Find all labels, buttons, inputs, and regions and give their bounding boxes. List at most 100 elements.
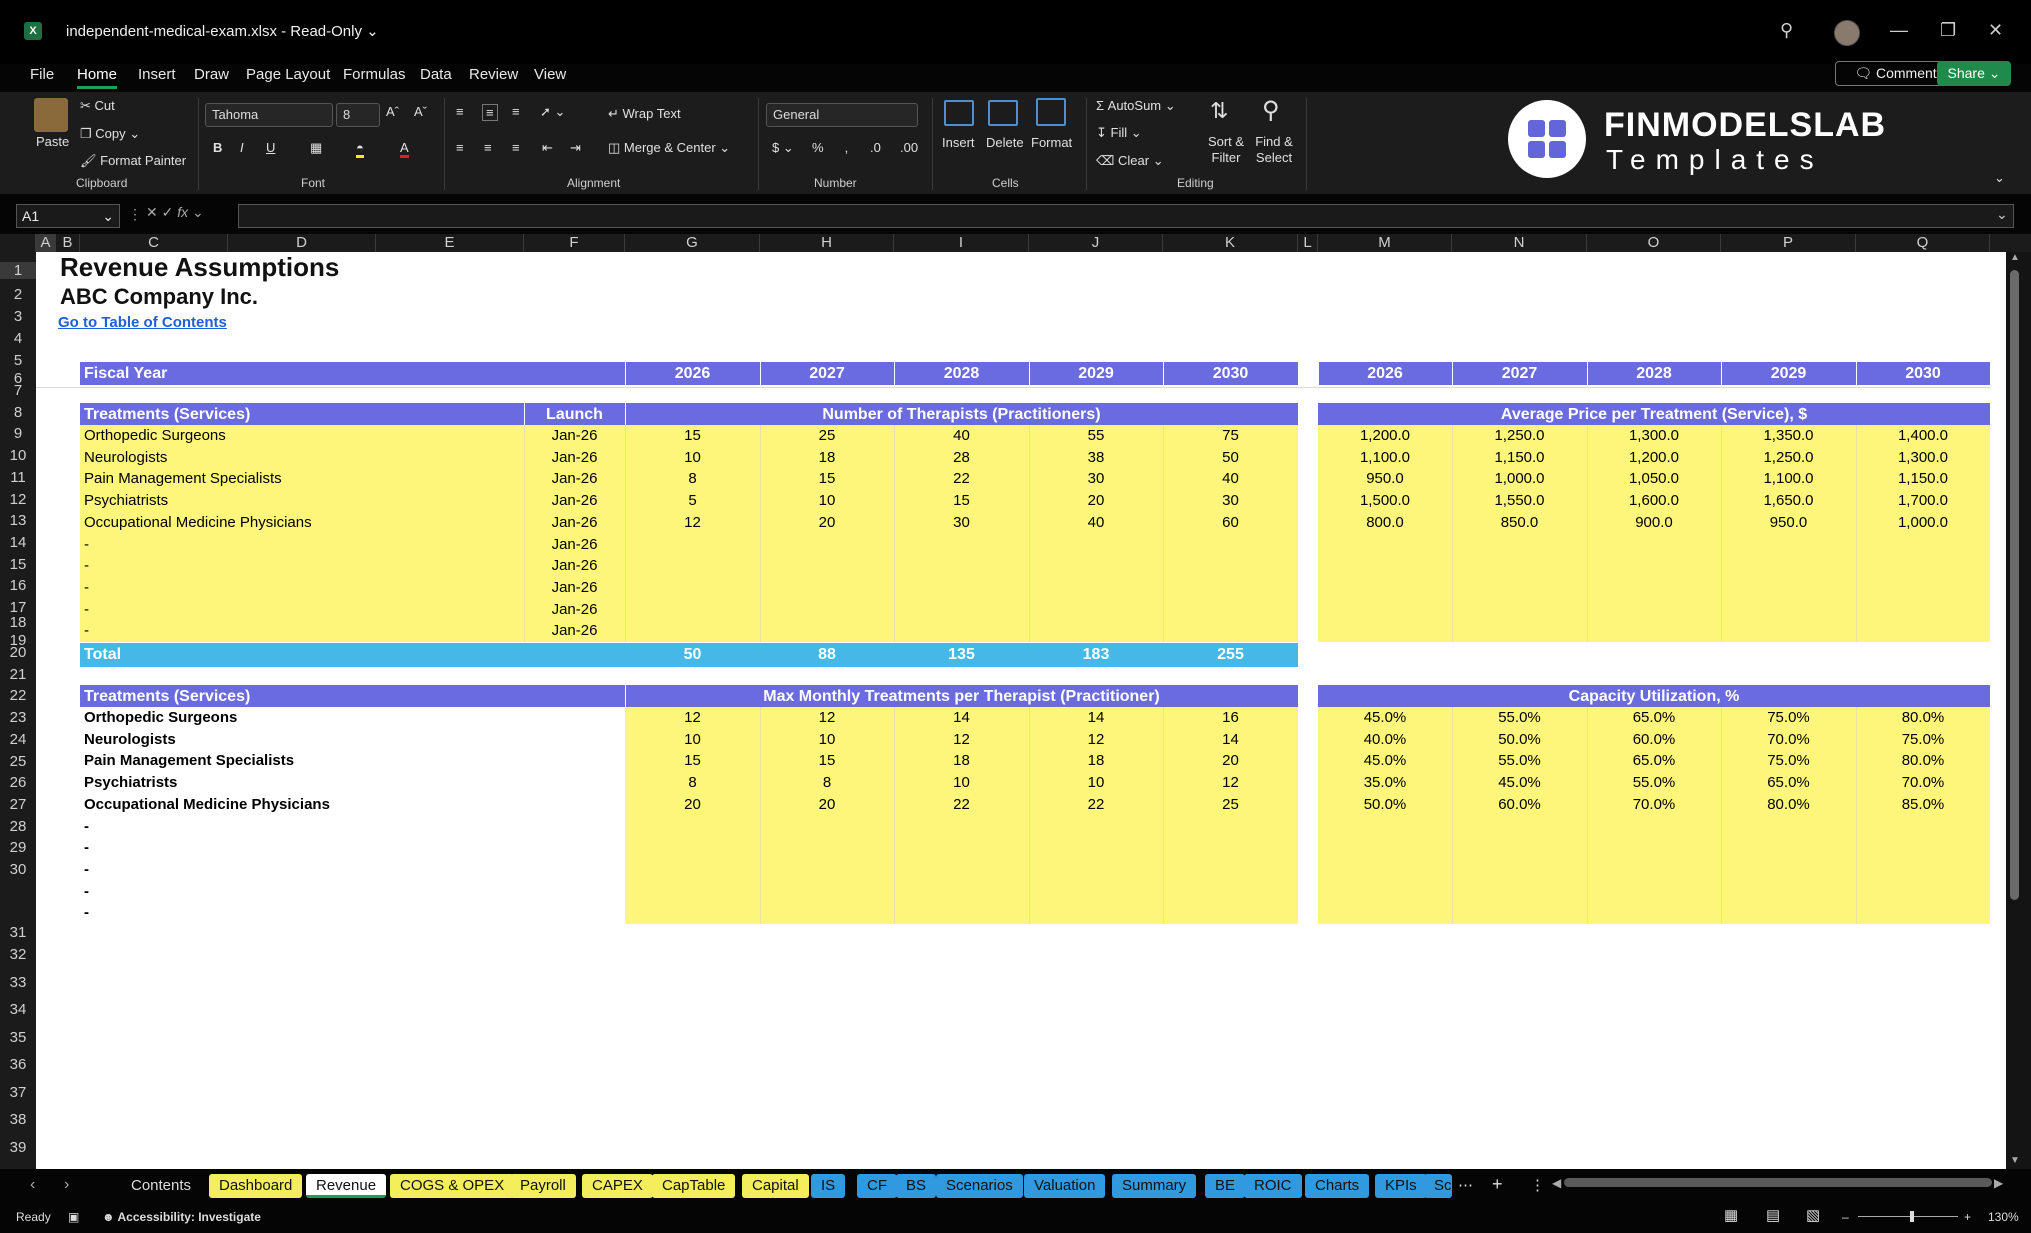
horizontal-scroll-thumb[interactable] — [1564, 1178, 1992, 1187]
col-header-h[interactable]: H — [760, 234, 894, 252]
row-header[interactable]: 26 — [0, 774, 36, 791]
avg-price[interactable]: 1,200.0 — [1318, 425, 1452, 446]
sort-filter-button[interactable]: Sort & Filter — [1206, 134, 1246, 166]
worksheet-grid[interactable]: Revenue Assumptions ABC Company Inc. Go … — [36, 252, 2006, 1169]
max-treatments[interactable]: 15 — [625, 750, 760, 771]
therapist-count[interactable]: 40 — [894, 425, 1029, 446]
avg-price[interactable]: 850.0 — [1452, 512, 1587, 533]
capacity-utilization[interactable]: 55.0% — [1587, 772, 1721, 793]
therapist-count[interactable] — [894, 534, 1029, 555]
capacity-utilization[interactable]: 60.0% — [1587, 729, 1721, 750]
row-header[interactable]: 29 — [0, 839, 36, 856]
capacity-utilization[interactable] — [1318, 859, 1452, 880]
sheet-tab[interactable]: CapTable — [652, 1174, 736, 1198]
therapist-count[interactable]: 15 — [625, 425, 760, 446]
therapist-count[interactable] — [1029, 620, 1163, 641]
paste-icon[interactable] — [34, 98, 68, 132]
expand-formula-bar-icon[interactable]: ⌄ — [1996, 206, 2008, 223]
capacity-utilization[interactable]: 70.0% — [1721, 729, 1856, 750]
therapist-count[interactable] — [1163, 577, 1298, 598]
therapist-count[interactable]: 40 — [1029, 512, 1163, 533]
capacity-utilization[interactable] — [1587, 816, 1721, 837]
sheet-tab[interactable]: Scenarios — [936, 1174, 1023, 1198]
avg-price[interactable] — [1318, 555, 1452, 576]
more-sheets-icon[interactable]: ⋯ — [1458, 1176, 1473, 1194]
fill-button[interactable]: ↧ Fill ⌄ — [1096, 125, 1142, 141]
avg-price[interactable]: 1,650.0 — [1721, 490, 1856, 511]
treatment-name[interactable]: - — [84, 902, 89, 923]
year-header[interactable]: 2029 — [1029, 363, 1163, 384]
avg-price[interactable]: 1,200.0 — [1587, 447, 1721, 468]
menu-insert[interactable]: Insert — [138, 66, 176, 83]
treatment-name[interactable]: - — [84, 555, 89, 576]
year-divider[interactable] — [1318, 362, 1319, 385]
launch-date[interactable]: Jan-26 — [524, 490, 625, 511]
row-header[interactable]: 38 — [0, 1111, 36, 1128]
therapist-count[interactable] — [625, 555, 760, 576]
font-name-select[interactable]: Tahoma — [205, 103, 333, 127]
italic-button[interactable]: I — [240, 140, 244, 155]
treatment-name[interactable]: - — [84, 881, 89, 902]
therapist-count[interactable] — [894, 577, 1029, 598]
capacity-utilization[interactable]: 75.0% — [1721, 707, 1856, 728]
year-header-right[interactable]: 2027 — [1452, 363, 1587, 384]
therapist-count[interactable]: 10 — [760, 490, 894, 511]
row-header[interactable]: 22 — [0, 687, 36, 704]
launch-date[interactable]: Jan-26 — [524, 512, 625, 533]
sheet-tab[interactable]: COGS & OPEX — [390, 1174, 515, 1198]
minimize-icon[interactable]: — — [1890, 20, 1908, 41]
avg-price[interactable] — [1721, 620, 1856, 641]
max-treatments[interactable]: 8 — [760, 772, 894, 793]
capacity-utilization[interactable] — [1318, 881, 1452, 902]
sheet-tab[interactable]: Payroll — [510, 1174, 576, 1198]
year-header-right[interactable]: 2026 — [1318, 363, 1452, 384]
avg-price[interactable] — [1856, 577, 1990, 598]
row-header[interactable]: 2 — [0, 286, 36, 303]
avg-price[interactable]: 1,100.0 — [1318, 447, 1452, 468]
therapist-count[interactable] — [760, 577, 894, 598]
launch-date[interactable]: Jan-26 — [524, 468, 625, 489]
launch-date[interactable]: Jan-26 — [524, 577, 625, 598]
font-size-select[interactable]: 8 — [336, 103, 380, 127]
therapist-count[interactable] — [1163, 620, 1298, 641]
capacity-utilization[interactable]: 65.0% — [1587, 750, 1721, 771]
capacity-utilization[interactable]: 35.0% — [1318, 772, 1452, 793]
max-treatments[interactable]: 10 — [760, 729, 894, 750]
function-icon[interactable]: fx — [177, 204, 188, 220]
row-header[interactable]: 30 — [0, 861, 36, 878]
decrease-font-icon[interactable]: Aˇ — [414, 104, 427, 119]
total-value[interactable]: 50 — [625, 644, 760, 665]
max-treatments[interactable]: 10 — [625, 729, 760, 750]
cut-button[interactable]: ✂ Cut — [80, 98, 115, 114]
treatment-name[interactable]: - — [84, 599, 89, 620]
year-divider[interactable] — [760, 362, 761, 385]
row-header[interactable]: 7 — [0, 382, 36, 399]
therapist-count[interactable]: 75 — [1163, 425, 1298, 446]
treatment-name[interactable]: - — [84, 534, 89, 555]
header-divider[interactable] — [625, 685, 626, 707]
formula-controls[interactable]: ✕ ✓ fx ⌄ — [146, 204, 204, 221]
therapist-count[interactable]: 5 — [625, 490, 760, 511]
select-all-corner[interactable] — [0, 234, 36, 252]
therapist-count[interactable]: 55 — [1029, 425, 1163, 446]
sheet-tab[interactable]: Capital — [742, 1174, 809, 1198]
max-treatments[interactable] — [1163, 859, 1298, 880]
number-format-select[interactable]: General — [766, 103, 918, 127]
price-header[interactable]: Average Price per Treatment (Service), $ — [1318, 404, 1990, 425]
max-treatments[interactable] — [625, 859, 760, 880]
year-divider[interactable] — [1856, 362, 1857, 385]
launch-date[interactable]: Jan-26 — [524, 599, 625, 620]
year-header-right[interactable]: 2030 — [1856, 363, 1990, 384]
page-layout-view-icon[interactable]: ▤ — [1766, 1206, 1780, 1224]
avg-price[interactable] — [1856, 534, 1990, 555]
capacity-utilization[interactable] — [1721, 837, 1856, 858]
col-header-j[interactable]: J — [1029, 234, 1163, 252]
max-treatments[interactable] — [894, 859, 1029, 880]
row-header[interactable]: 32 — [0, 946, 36, 963]
row-header[interactable]: 9 — [0, 425, 36, 442]
year-header[interactable]: 2027 — [760, 363, 894, 384]
launch-header[interactable]: Launch — [524, 404, 625, 425]
header-divider[interactable] — [625, 403, 626, 425]
treatment-name[interactable]: Orthopedic Surgeons — [84, 707, 237, 728]
max-treatments[interactable]: 12 — [894, 729, 1029, 750]
